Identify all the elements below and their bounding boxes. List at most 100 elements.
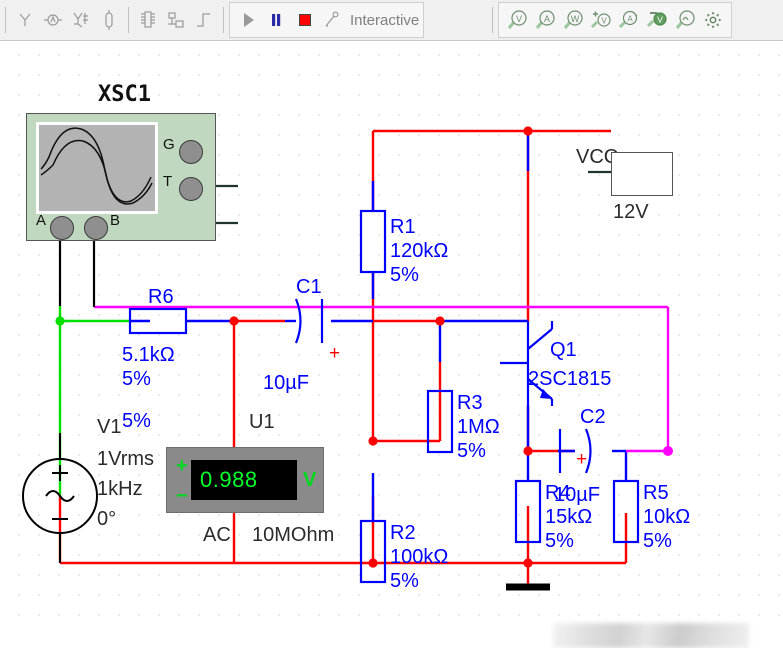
r1-tolerance-label: 5% [390,264,419,286]
vcc-value-label: 12V [613,201,649,223]
step-function-icon[interactable] [191,7,217,33]
multimeter-display: 0.988 [191,460,297,500]
toolbar-divider-2 [128,7,129,33]
v1-phase-label: 0° [97,508,116,530]
c1-value-label: 10µF [263,372,309,394]
ic-component-icon[interactable] [135,7,161,33]
junction-dot [368,436,378,446]
r3-value-label: 1MΩ [457,416,500,438]
multimeter-negative-terminal[interactable]: − [176,486,188,506]
junction-dot [523,446,533,456]
oscilloscope-screen [36,122,158,214]
component-v1[interactable]: V1 5% 1Vrms 1kHz 0° [22,410,154,563]
oscilloscope-terminal-g[interactable] [179,140,203,164]
reference-voltage-probe-icon[interactable]: V [644,7,670,33]
svg-text:A: A [544,14,550,24]
toolbar-divider [5,7,6,33]
r6-value-label: 5.1kΩ [122,344,175,366]
component-c2[interactable]: C2 + 10µF [554,406,606,506]
junction-dot [523,126,533,136]
u1-ref-label: U1 [249,411,275,433]
schematic-canvas[interactable]: R1 120kΩ 5% R2 100kΩ 5% R3 1MΩ 5% R4 15k… [0,41,783,648]
current-probe-icon[interactable]: A [532,7,558,33]
junction-dot [368,558,378,568]
differential-current-probe-icon[interactable]: A [616,7,642,33]
r4-tolerance-label: 5% [545,530,574,552]
measurement-probe-icon[interactable] [40,7,66,33]
junction-dot [435,316,445,326]
v1-frequency-label: 1kHz [97,478,143,500]
wire-net-collector [526,406,575,453]
power-probe-icon[interactable]: W [560,7,586,33]
multimeter-u1[interactable]: + − 0.988 V [166,447,324,513]
toolbar-group-components [11,3,123,37]
oscilloscope-terminal-b[interactable] [84,216,108,240]
interactive-mode-icon[interactable] [319,7,345,33]
q1-model-label: 2SC1815 [528,368,611,390]
toolbar-divider-3 [223,7,224,33]
component-c1[interactable]: C1 + 10µF [263,276,340,394]
wire-net-base [371,272,440,443]
r4-value-label: 15kΩ [545,506,592,528]
r5-tolerance-label: 5% [643,530,672,552]
waveform-probe-icon[interactable] [672,7,698,33]
junction-dot [663,446,673,456]
simulation-controls: Interactive [229,2,425,38]
r3-ref-label: R3 [457,392,483,414]
r2-tolerance-label: 5% [390,570,419,592]
c2-polarity-label: + [576,449,587,470]
v1-amplitude-label: 1Vrms [97,448,154,470]
oscilloscope-xsc1[interactable] [26,113,216,241]
q1-ref-label: Q1 [550,339,577,361]
u1-impedance-label: 10MOhm [252,524,334,546]
component-r3[interactable]: R3 1MΩ 5% [426,389,500,462]
component-icon[interactable] [96,7,122,33]
redacted-watermark [553,623,749,648]
junction-dot [229,316,239,326]
c2-value-label: 10µF [554,484,600,506]
component-q1[interactable]: Q1 2SC1815 [500,321,611,406]
svg-text:A: A [628,15,634,24]
xsc1-ref-label: XSC1 [98,82,151,107]
vcc-source-symbol[interactable] [611,152,673,196]
r1-ref-label: R1 [390,216,416,238]
run-button[interactable] [235,7,261,33]
r2-ref-label: R2 [390,522,416,544]
svg-text:V: V [657,15,663,25]
r3-tolerance-label: 5% [457,440,486,462]
u1-mode-label: AC [203,524,231,546]
r6-ref-label: R6 [148,286,174,308]
v1-ref-label: V1 [97,416,121,438]
multimeter-value: 0.988 [200,467,258,492]
toolbar-group-blocks [134,3,218,37]
stop-button[interactable] [291,7,317,33]
c1-ref-label: C1 [296,276,322,298]
component-r6[interactable]: R6 5.1kΩ 5% [122,286,188,390]
probe-settings-icon[interactable] [700,7,726,33]
oscilloscope-terminal-t[interactable] [179,177,203,201]
pause-button[interactable] [263,7,289,33]
multimeter-positive-terminal[interactable]: + [176,456,188,476]
main-toolbar: Interactive V A W V A V [0,0,783,41]
probe-toolbar: V A W V A V [498,2,733,38]
r5-value-label: 10kΩ [643,506,690,528]
r6-tolerance-label: 5% [122,368,151,390]
simulation-mode-label: Interactive [350,11,420,29]
r1-value-label: 120kΩ [390,240,448,262]
hierarchy-block-icon[interactable] [163,7,189,33]
differential-voltage-probe-icon[interactable]: V [588,7,614,33]
network-analyzer-icon[interactable] [68,7,94,33]
r2-value-label: 100kΩ [390,546,448,568]
toolbar-divider-4 [492,7,494,33]
svg-text:V: V [602,17,608,26]
junction-dot [55,316,65,326]
svg-text:W: W [571,14,580,24]
probe-icon[interactable] [12,7,38,33]
junction-dot [523,558,533,568]
r5-ref-label: R5 [643,482,669,504]
svg-text:V: V [516,14,522,24]
oscilloscope-terminal-a[interactable] [50,216,74,240]
voltage-probe-icon[interactable]: V [504,7,530,33]
multimeter-unit: V [303,469,317,491]
c2-ref-label: C2 [580,406,606,428]
